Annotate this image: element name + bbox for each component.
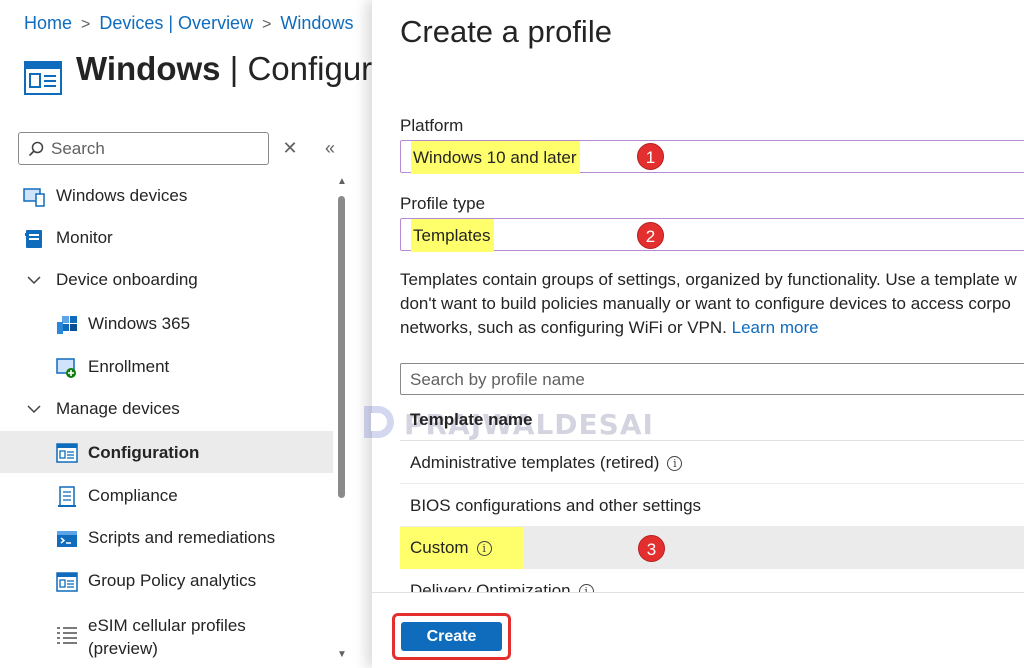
sidebar-item-configuration[interactable]: Configuration: [0, 431, 333, 473]
template-name-header[interactable]: Template name: [410, 410, 533, 430]
description-line: Templates contain groups of settings, or…: [400, 270, 1017, 289]
group-policy-icon: [56, 572, 78, 592]
monitor-icon: [25, 230, 42, 248]
panel-footer: Create: [372, 592, 1024, 668]
sidebar-item-compliance[interactable]: Compliance: [0, 476, 333, 516]
search-icon: [28, 141, 44, 157]
template-name: Administrative templates (retired) i: [410, 453, 683, 473]
info-icon[interactable]: i: [476, 541, 492, 557]
panel-title: Create a profile: [400, 14, 612, 49]
profile-type-label: Profile type: [400, 194, 486, 213]
template-name: Custom i: [410, 538, 492, 558]
sidebar-item-label-line2: (preview): [88, 639, 158, 658]
templates-description: Templates contain groups of settings, or…: [400, 268, 1024, 340]
compliance-icon: [58, 486, 76, 507]
profile-search[interactable]: [400, 363, 1024, 395]
clear-search-button[interactable]: ✕: [280, 137, 300, 159]
description-line: don't want to build policies manually or…: [400, 294, 1011, 313]
page-title: Windows | Configura: [76, 50, 372, 88]
scroll-up-icon[interactable]: ▲: [337, 176, 347, 187]
template-label: BIOS configurations and other settings: [410, 496, 702, 515]
breadcrumb-separator: >: [262, 16, 272, 33]
sidebar-item-label: Manage devices: [56, 399, 180, 418]
learn-more-link[interactable]: Learn more: [732, 318, 819, 337]
header-divider: [400, 440, 1024, 441]
sidebar-item-windows-devices[interactable]: Windows devices: [0, 176, 333, 216]
info-icon[interactable]: i: [667, 456, 683, 472]
create-profile-panel: Create a profile Platform Windows 10 and…: [364, 0, 1024, 668]
enrollment-icon: [56, 358, 76, 378]
sidebar-item-esim[interactable]: eSIM cellular profiles (preview): [0, 604, 333, 664]
platform-label: Platform: [400, 116, 464, 135]
sidebar-item-group-policy[interactable]: Group Policy analytics: [0, 561, 333, 601]
annotation-badge-1: 1: [637, 143, 664, 170]
profile-type-value: Templates: [411, 219, 495, 252]
breadcrumb-separator: >: [81, 16, 91, 33]
scrollbar-thumb[interactable]: [338, 196, 345, 498]
sidebar-item-windows-365[interactable]: Windows 365: [0, 304, 333, 344]
breadcrumb-devices-overview[interactable]: Devices | Overview: [99, 13, 253, 33]
configuration-icon: [56, 443, 78, 463]
template-label: Custom: [410, 538, 469, 557]
sidebar-item-label: Compliance: [88, 486, 178, 505]
sidebar-search-input[interactable]: [51, 136, 261, 162]
sidebar-item-enrollment[interactable]: Enrollment: [0, 347, 333, 387]
page-title-sub: | Configura: [229, 50, 372, 87]
configuration-icon: [24, 61, 62, 95]
sidebar-group-device-onboarding[interactable]: Device onboarding: [0, 260, 333, 300]
sidebar-item-label: Device onboarding: [56, 270, 198, 289]
profile-search-input[interactable]: [410, 367, 1010, 392]
windows365-icon: [57, 316, 77, 334]
annotation-badge-2: 2: [637, 222, 664, 249]
sidebar-item-monitor[interactable]: Monitor: [0, 218, 333, 258]
esim-icon: [57, 627, 77, 644]
template-name: BIOS configurations and other settings: [410, 496, 701, 516]
sidebar-item-label: Windows 365: [88, 314, 191, 333]
sidebar-item-label-line1: eSIM cellular profiles: [88, 616, 246, 635]
sidebar-scrollbar[interactable]: ▲ ▼: [336, 176, 348, 660]
sidebar-group-manage-devices[interactable]: Manage devices: [0, 389, 333, 429]
breadcrumb-windows[interactable]: Windows: [280, 13, 353, 33]
chevron-down-icon: [27, 405, 41, 414]
sidebar-item-scripts[interactable]: Scripts and remediations: [0, 518, 333, 558]
page-title-bold: Windows: [76, 50, 221, 87]
scripts-icon: [57, 531, 77, 547]
template-row[interactable]: Administrative templates (retired) i: [400, 442, 1024, 484]
scroll-down-icon[interactable]: ▼: [337, 649, 347, 660]
platform-select[interactable]: Windows 10 and later: [400, 140, 1024, 174]
sidebar-item-label: eSIM cellular profiles (preview): [88, 614, 246, 660]
sidebar-item-label: Scripts and remediations: [88, 528, 276, 547]
sidebar-item-label: Enrollment: [88, 357, 170, 376]
sidebar-item-label: Group Policy analytics: [88, 571, 257, 590]
sidebar-item-label: Windows devices: [56, 186, 188, 205]
sidebar-item-label: Monitor: [56, 228, 113, 247]
breadcrumb-home[interactable]: Home: [24, 13, 72, 33]
chevron-down-icon: [27, 276, 41, 285]
create-button-highlight: Create: [392, 613, 511, 660]
template-row-selected[interactable]: Custom i: [400, 527, 1024, 569]
profile-type-select[interactable]: Templates: [400, 218, 1024, 252]
collapse-sidebar-button[interactable]: «: [320, 137, 340, 159]
platform-value: Windows 10 and later: [411, 141, 581, 174]
annotation-badge-3: 3: [638, 535, 665, 562]
left-blade: Home > Devices | Overview > Windows Windows …: [0, 0, 372, 668]
description-line-last: networks, such as configuring WiFi or VP…: [400, 316, 1024, 340]
create-button[interactable]: Create: [401, 622, 502, 651]
sidebar-item-label: Configuration: [88, 443, 200, 462]
windows-devices-icon: [23, 188, 45, 207]
template-label: Administrative templates (retired): [410, 453, 660, 472]
template-row[interactable]: BIOS configurations and other settings: [400, 485, 1024, 527]
sidebar-search[interactable]: [18, 132, 269, 165]
breadcrumb: Home > Devices | Overview > Windows: [24, 13, 353, 34]
description-line: networks, such as configuring WiFi or VP…: [400, 318, 732, 337]
